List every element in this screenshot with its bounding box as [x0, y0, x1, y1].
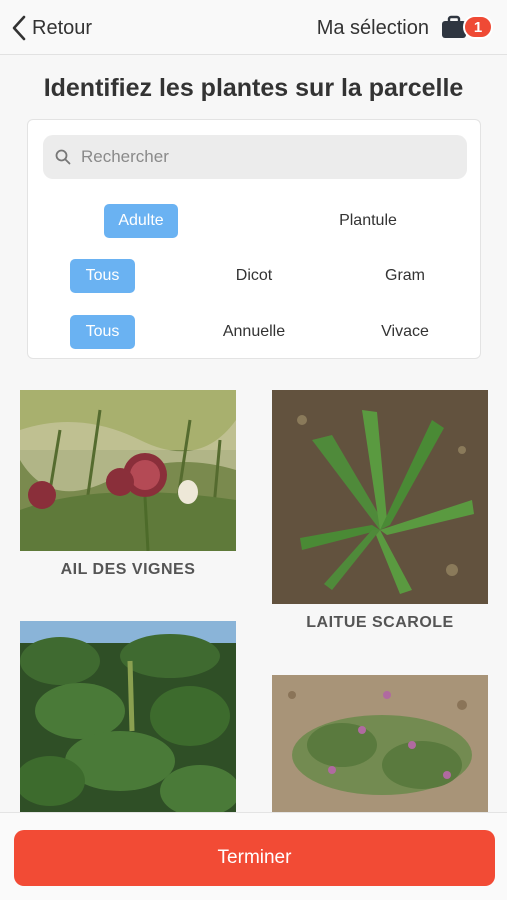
search-bar [43, 135, 467, 179]
back-button[interactable]: Retour [10, 12, 92, 44]
chevron-left-icon [12, 15, 26, 41]
plant-image [272, 390, 488, 604]
search-input[interactable] [81, 147, 461, 167]
plant-photo-icon [20, 390, 236, 551]
filter-cycle-vivace[interactable]: Vivace [375, 315, 435, 349]
my-selection-label: Ma sélection [316, 16, 429, 39]
filter-row-family: Tous Dicot Gram [28, 259, 482, 293]
plant-photo-icon [272, 390, 488, 604]
filter-family-gram[interactable]: Gram [375, 259, 435, 293]
plant-card-3[interactable] [20, 621, 236, 812]
plant-card-laitue-scarole[interactable]: LAITUE SCAROLE [272, 390, 488, 632]
my-selection-button[interactable]: Ma sélection 1 [317, 12, 495, 44]
plant-image [272, 675, 488, 812]
filter-row-stage: Adulte Plantule [28, 204, 482, 238]
footer: Terminer [0, 812, 507, 900]
filter-family-dicot[interactable]: Dicot [224, 259, 284, 293]
back-label: Retour [32, 16, 93, 39]
filter-row-cycle: Tous Annuelle Vivace [28, 315, 482, 349]
finish-button[interactable]: Terminer [14, 830, 495, 886]
plant-photo-icon [272, 675, 488, 812]
navigation-bar: Retour Ma sélection 1 [0, 0, 507, 55]
plant-name: LAITUE SCAROLE [306, 614, 454, 631]
plant-image [20, 621, 236, 812]
plant-image [20, 390, 236, 551]
filter-cycle-tous[interactable]: Tous [70, 315, 135, 349]
plant-card-4[interactable] [272, 675, 488, 812]
page-title: Identifiez les plantes sur la parcelle [43, 74, 464, 102]
filter-family-tous[interactable]: Tous [70, 259, 135, 293]
plant-grid: AIL DES VIGNES LAITUE SCAROLE [0, 380, 507, 812]
search-icon [55, 149, 71, 165]
plant-name: AIL DES VIGNES [60, 561, 196, 578]
plant-photo-icon [20, 621, 236, 812]
selection-count-badge: 1 [463, 15, 493, 39]
filter-stage-adulte[interactable]: Adulte [104, 204, 178, 238]
filter-cycle-annuelle[interactable]: Annuelle [218, 315, 290, 349]
plant-card-ail-des-vignes[interactable]: AIL DES VIGNES [20, 390, 236, 579]
filter-panel: Adulte Plantule Tous Dicot Gram Tous Ann… [27, 119, 481, 359]
selection-cart: 1 [441, 13, 495, 43]
filter-stage-plantule[interactable]: Plantule [328, 204, 408, 238]
